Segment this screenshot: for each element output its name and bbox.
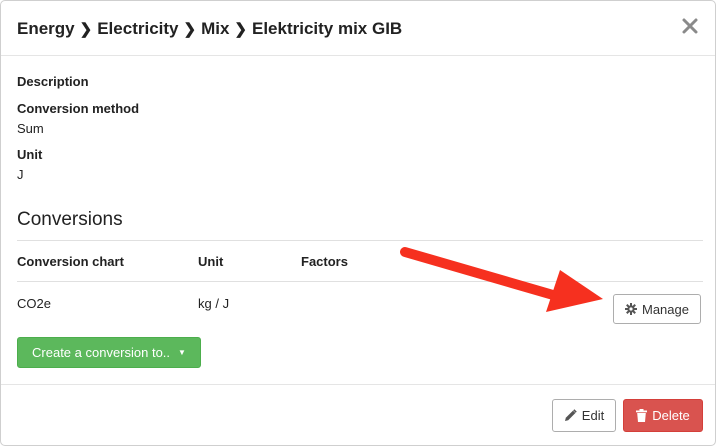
- manage-button[interactable]: Manage: [613, 294, 701, 324]
- chevron-right-icon: ❯: [234, 21, 247, 38]
- gear-icon: [625, 303, 637, 315]
- column-header-unit: Unit: [198, 254, 224, 269]
- conversion-method-label: Conversion method: [17, 101, 140, 116]
- create-conversion-dropdown-button[interactable]: Create a conversion to.. ▼: [17, 337, 201, 368]
- conversion-method-value: Sum: [17, 121, 44, 136]
- unit-value: J: [17, 167, 24, 182]
- table-header-divider: [17, 281, 703, 282]
- edit-button[interactable]: Edit: [552, 399, 616, 432]
- caret-down-icon: ▼: [178, 348, 186, 357]
- breadcrumb-item-current: Elektricity mix GIB: [251, 19, 403, 38]
- close-icon: [682, 18, 698, 34]
- manage-button-label: Manage: [642, 301, 689, 317]
- conversions-title: Conversions: [17, 209, 123, 230]
- delete-button-label: Delete: [652, 408, 690, 423]
- description-label: Description: [17, 74, 89, 89]
- pencil-icon: [564, 409, 577, 421]
- chevron-right-icon: ❯: [79, 21, 93, 38]
- trash-icon: [636, 409, 648, 422]
- breadcrumb-item-energy[interactable]: Energy: [17, 19, 75, 39]
- chevron-right-icon: ❯: [183, 21, 197, 38]
- create-conversion-label: Create a conversion to..: [32, 345, 171, 360]
- cell-conversion-chart: CO2e: [17, 296, 51, 311]
- column-header-factors: Factors: [301, 254, 348, 269]
- breadcrumb-item-mix[interactable]: Mix: [201, 19, 229, 39]
- column-header-conversion-chart: Conversion chart: [17, 254, 124, 269]
- close-button[interactable]: [679, 15, 701, 37]
- modal-dialog: Energy ❯ Electricity ❯ Mix ❯ Elektricity mix G…: [0, 0, 716, 446]
- footer-divider: [1, 384, 715, 385]
- modal-header: Energy ❯ Electricity ❯ Mix ❯ Elektricity mix G…: [1, 1, 715, 56]
- breadcrumb-item-electricity[interactable]: Electricity: [97, 19, 178, 39]
- cell-unit: kg / J: [198, 296, 230, 311]
- delete-button[interactable]: Delete: [623, 399, 703, 432]
- unit-label: Unit: [17, 147, 43, 162]
- breadcrumb: Energy ❯ Electricity ❯ Mix ❯ Elektricity mix G…: [17, 19, 402, 39]
- table-top-divider: [17, 240, 703, 241]
- edit-button-label: Edit: [581, 408, 605, 423]
